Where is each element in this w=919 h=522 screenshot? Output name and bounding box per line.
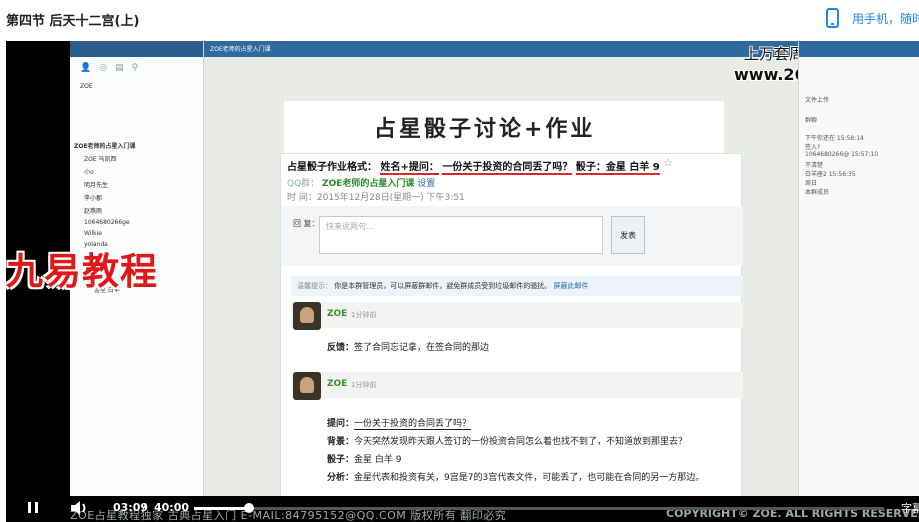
- qq-member: ZOE 马凯西: [84, 156, 117, 163]
- reply-line-label: 提问：: [327, 419, 355, 429]
- qq-member: 明月先生: [84, 182, 109, 189]
- pause-icon[interactable]: [24, 496, 44, 518]
- mobile-watch-link[interactable]: 用手机，随时: [852, 10, 919, 27]
- qq-header: [70, 41, 203, 57]
- qq-member: 1064680266ge: [84, 219, 130, 226]
- page-heading: 占星骰子讨论+作业: [374, 117, 596, 142]
- qq-member: 赵燕雨: [84, 208, 103, 215]
- reply-line-label: 背景：: [327, 437, 355, 447]
- reply-line-label: 骰子：: [327, 455, 355, 465]
- notice-bar: 温馨提示： 你是本群管理员，可以屏蔽群邮件，避免群成员受到垃圾邮件的骚扰。 屏蔽…: [291, 276, 743, 296]
- format-dice: 骰子：金星 白羊 9: [575, 162, 660, 175]
- right-panel-line: 1064680266@ 15:57:10: [805, 151, 879, 158]
- phone-icon[interactable]: [826, 8, 839, 28]
- qq-self: ZOE: [80, 83, 93, 90]
- qq-label: QQ群：: [287, 179, 320, 189]
- reply-line: 分析：金星代表和投资有关，9宫是7的3宫代表文件，可能丢了，也可能在合同的另一方…: [327, 470, 704, 483]
- search-icon: ⚲: [131, 63, 139, 73]
- right-panel-line: 不清楚: [805, 162, 824, 169]
- format-label: 占星骰子作业格式：: [287, 162, 377, 173]
- post-group: QQ群： ZOE老师的占星入门课 设置: [287, 176, 435, 189]
- notice-text: 你是本群管理员，可以屏蔽群邮件，避免群成员受到垃圾邮件的骚扰。: [334, 282, 552, 290]
- reply-time: 1分钟前: [351, 311, 377, 319]
- post-time: 时 间：2015年12月28日(星期一) 下午3:51: [287, 193, 465, 203]
- right-panel-line: 本群成员: [805, 189, 830, 196]
- reply-line-text: 签了合同忘记拿，在签合同的那边: [354, 343, 490, 353]
- video-player[interactable]: 👤 ◎ ▤ ⚲ ZOE ZOE老师的占星入门课 ZOE 马凯西 小o 明月先生 …: [6, 41, 919, 522]
- star-icon[interactable]: ☆: [663, 156, 673, 169]
- post-format: 占星骰子作业格式： 姓名+提问： 一份关于投资的合同丢了吗？ 骰子：金星 白羊 …: [287, 158, 660, 175]
- right-panel-line: 下午你还在 15:58:14: [805, 135, 864, 142]
- contacts-icon: 👤: [80, 63, 92, 73]
- right-panel-line: 白羊座2 15:56:35: [805, 171, 856, 178]
- reply-time: 1分钟前: [351, 381, 377, 389]
- brand-watermark: 九易教程: [6, 250, 158, 293]
- reply-row: 回 复： 快来说两句... 发表: [281, 206, 743, 266]
- progress-fill: [194, 507, 249, 510]
- lesson-title: 第四节 后天十二宫(上): [6, 14, 140, 29]
- reply-label: 回 复：: [293, 219, 320, 228]
- send-button[interactable]: 发表: [611, 216, 645, 254]
- reply-line-label: 反馈：: [327, 343, 355, 353]
- format-name: 姓名+提问：: [380, 162, 439, 175]
- reply-line: 骰子：金星 白羊 9: [327, 452, 401, 465]
- right-panel-line: 群聊: [805, 117, 818, 124]
- block-mail-link[interactable]: 屏蔽此邮件: [553, 282, 588, 290]
- progress-track[interactable]: [194, 503, 884, 513]
- reply-line: 背景：今天突然发现昨天跟人签订的一份投资合同怎么着也找不到了，不知道放到那里去？: [327, 434, 687, 447]
- reply-author[interactable]: ZOE: [327, 379, 347, 389]
- right-side-panel: 文件上传 群聊 下午你还在 15:58:14 签入? 1064680266@ 1…: [798, 41, 919, 496]
- post-card: 占星骰子作业格式： 姓名+提问： 一份关于投资的合同丢了吗？ 骰子：金星 白羊 …: [280, 153, 743, 503]
- qq-member: 李小郡: [84, 195, 103, 202]
- reply-line-text: 今天突然发现昨天跟人签订的一份投资合同怎么着也找不到了，不知道放到那里去？: [354, 437, 688, 447]
- page-header: 第四节 后天十二宫(上) 用手机，随时: [0, 0, 919, 40]
- qq-member: Wilkie: [84, 230, 102, 237]
- format-question: 一份关于投资的合同丢了吗？: [442, 162, 573, 175]
- qq-toolbar: 👤 ◎ ▤ ⚲: [70, 57, 203, 79]
- avatar[interactable]: [293, 302, 321, 330]
- location-icon: ◎: [99, 63, 108, 73]
- avatar[interactable]: [293, 372, 321, 400]
- reply-author[interactable]: ZOE: [327, 309, 347, 319]
- volume-icon[interactable]: [68, 497, 90, 519]
- reply-line-text: 金星代表和投资有关，9宫是7的3宫代表文件，可能丢了，也可能在合同的另一方那边。: [354, 473, 705, 483]
- duration: 40:00: [154, 501, 190, 514]
- notice-tip: 温馨提示：: [297, 282, 332, 290]
- right-panel-line: 文件上传: [805, 97, 830, 104]
- list-icon: ▤: [115, 63, 124, 73]
- reply-line-label: 分析：: [327, 473, 355, 483]
- reply-line: 提问：一份关于投资的合同丢了吗？: [327, 416, 472, 430]
- email-view: ZOE老师的占星入门课 占星骰子讨论+作业 占星骰子作业格式： 姓名+提问： 一…: [204, 41, 919, 503]
- subtitle-button[interactable]: 字幕: [901, 500, 919, 516]
- qq-group-list: ZOE老师的占星入门课 ZOE 马凯西 小o 明月先生 李小郡 赵燕雨 1064…: [74, 141, 202, 248]
- reply-input[interactable]: 快来说两句...: [319, 216, 603, 254]
- reply-line: 反馈：签了合同忘记拿，在签合同的那边: [327, 340, 489, 353]
- settings-link[interactable]: 设置: [417, 179, 435, 189]
- right-panel-line: 签入?: [805, 144, 821, 151]
- qq-member: 小o: [84, 169, 94, 176]
- reply-line-text: 一份关于投资的合同丢了吗？: [354, 419, 472, 430]
- time-separator: /: [142, 501, 146, 514]
- qq-group-title: ZOE老师的占星入门课: [74, 143, 136, 150]
- right-panel-line: 周日: [805, 180, 818, 187]
- progress-handle[interactable]: [243, 503, 254, 513]
- reply-line-text: 金星 白羊 9: [354, 455, 402, 465]
- qq-group-link[interactable]: ZOE老师的占星入门课: [322, 179, 414, 189]
- right-panel-header: [799, 41, 919, 57]
- window-titlebar: ZOE老师的占星入门课: [204, 41, 798, 57]
